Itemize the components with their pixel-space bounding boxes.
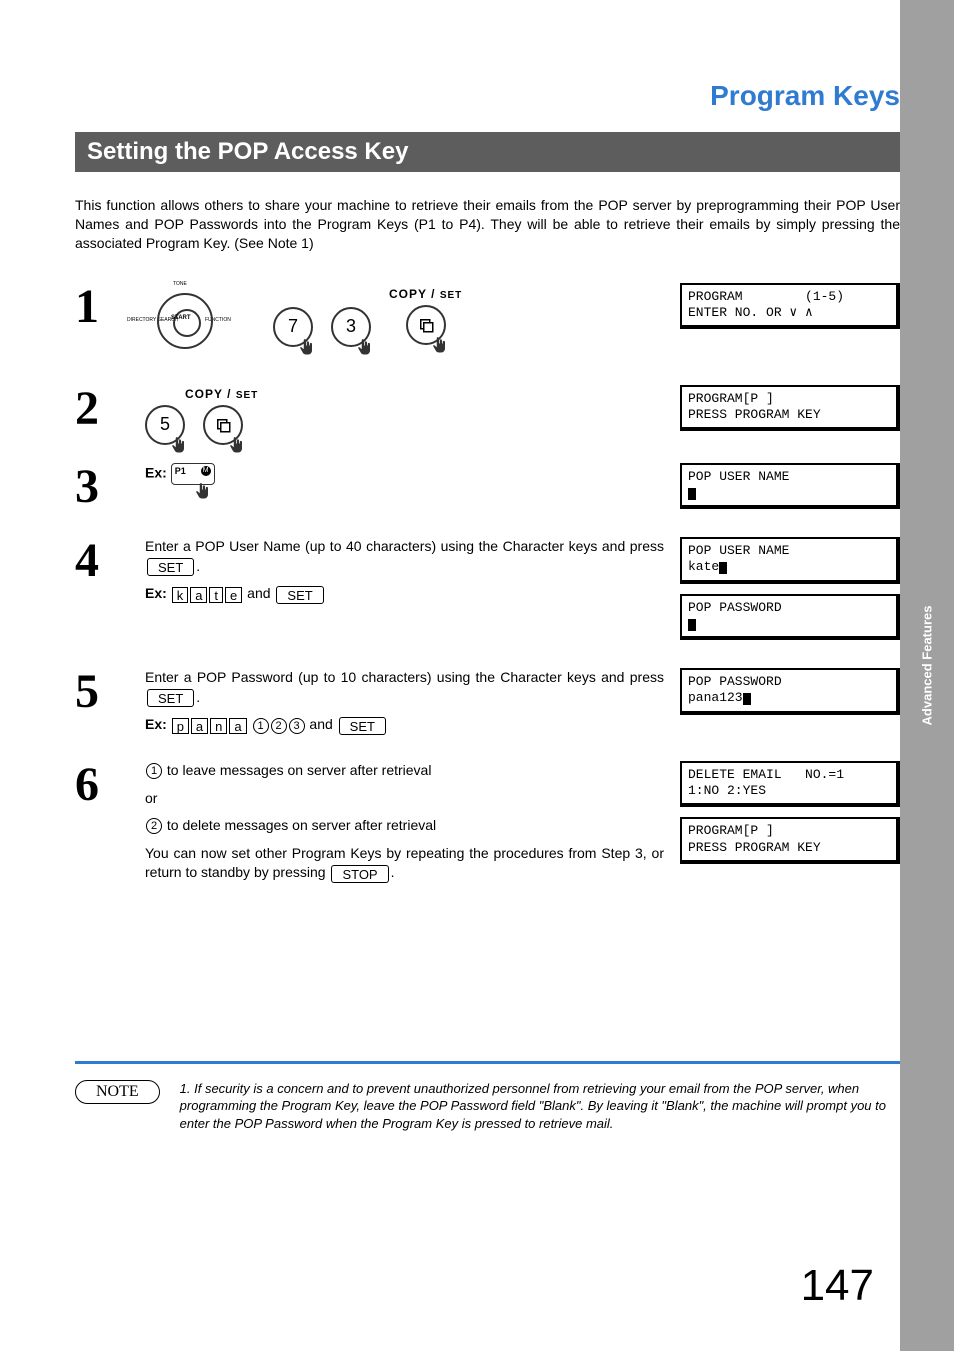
step-example: Ex: kate and SET [145,584,664,604]
section-heading: Setting the POP Access Key [75,132,900,172]
char-key: p [172,718,189,734]
copy-set-label: COPY / SET [389,287,462,301]
press-hand-icon [430,336,448,359]
digit-key: 1 [253,718,269,734]
press-hand-icon [297,338,315,361]
digit-key: 3 [289,718,305,734]
lcd-display: POP PASSWORD pana123 [680,668,900,715]
set-keycap: SET [147,689,194,707]
char-key: a [191,718,208,734]
step-number: 2 [75,385,145,445]
copy-set-button-icon [406,305,446,345]
copy-set-button-icon [203,405,243,445]
step-number: 1 [75,283,145,367]
set-keycap: SET [147,558,194,576]
step-number: 3 [75,463,145,520]
step-text: or [145,789,664,809]
char-key: e [225,587,242,603]
digit-key: 2 [146,818,162,834]
function-dial-icon: TONE DIRECTORY SEARCH FUNCTION START [145,287,255,367]
copy-set-label: COPY / SET [185,387,258,401]
page-title: Program Keys [75,80,900,112]
char-key: k [172,587,189,603]
step-number: 6 [75,761,145,891]
intro-paragraph: This function allows others to share you… [75,196,900,253]
step-text: Enter a POP User Name (up to 40 characte… [145,537,664,576]
lcd-display: PROGRAM[P ] PRESS PROGRAM KEY [680,817,900,864]
lcd-display: PROGRAM (1-5) ENTER NO. OR ∨ ∧ [680,283,900,330]
step-text: You can now set other Program Keys by re… [145,844,664,883]
char-key: t [209,587,223,603]
set-keycap: SET [276,586,323,604]
press-hand-icon [193,482,211,503]
note-badge: NOTE [75,1080,160,1104]
char-key: n [210,718,227,734]
digit-5-button-icon: 5 [145,405,185,445]
lcd-display: POP USER NAME [680,463,900,510]
step-number: 5 [75,668,145,743]
digit-key: 2 [271,718,287,734]
step-text: Enter a POP Password (up to 10 character… [145,668,664,707]
lcd-display: PROGRAM[P ] PRESS PROGRAM KEY [680,385,900,432]
press-hand-icon [355,338,373,361]
char-key: a [229,718,246,734]
lcd-display: POP USER NAME kate [680,537,900,584]
step-text: 1 to leave messages on server after retr… [145,761,664,781]
char-key: a [190,587,207,603]
step-text: 2 to delete messages on server after ret… [145,816,664,836]
note-text: 1. If security is a concern and to preve… [180,1080,900,1133]
step-number: 4 [75,537,145,650]
page-number: 147 [801,1261,874,1311]
step-example: Ex: pana 123 and SET [145,715,664,735]
press-hand-icon [227,436,245,459]
note-divider [75,1061,900,1064]
lcd-display: POP PASSWORD [680,594,900,641]
stop-keycap: STOP [331,865,388,883]
section-tab: Advanced Features [900,610,954,720]
set-keycap: SET [339,717,386,735]
press-hand-icon [169,436,187,459]
digit-7-button-icon: 7 [273,307,313,347]
section-tab-label: Advanced Features [920,605,935,725]
example-label: Ex: [145,464,167,480]
digit-3-button-icon: 3 [331,307,371,347]
digit-key: 1 [146,763,162,779]
lcd-display: DELETE EMAIL NO.=1 1:NO 2:YES [680,761,900,808]
